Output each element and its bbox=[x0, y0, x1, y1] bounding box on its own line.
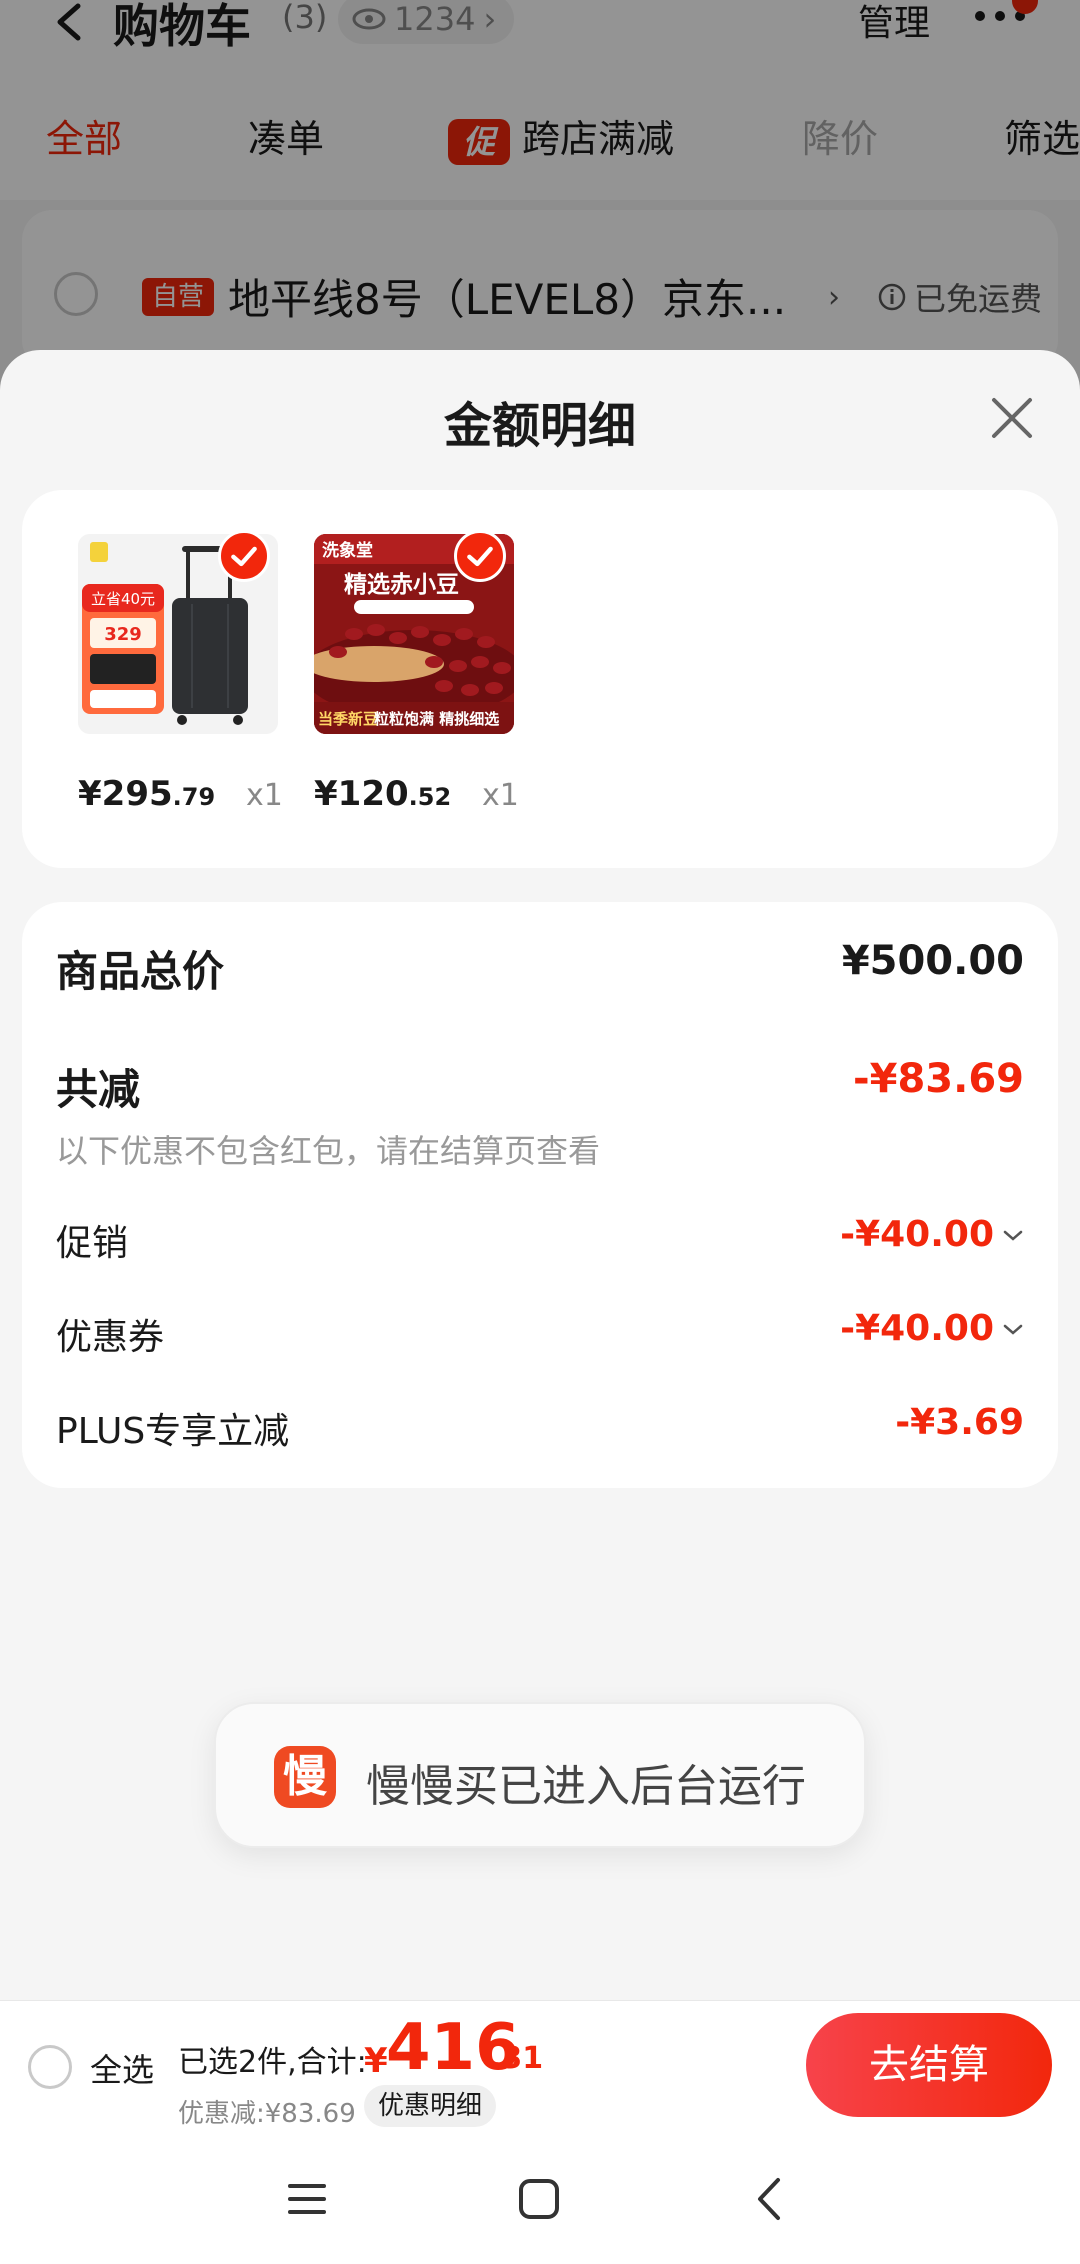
beans-brand-text: 洗象堂 bbox=[322, 540, 373, 561]
chevron-down-icon bbox=[1003, 1230, 1023, 1241]
checked-icon bbox=[218, 530, 270, 582]
beans-title-text: 精选赤小豆 bbox=[344, 572, 459, 598]
promo-value: -¥40.00 bbox=[840, 1214, 994, 1255]
price-cents: .79 bbox=[172, 783, 216, 811]
total-reduce-value: -¥83.69 bbox=[853, 1056, 1024, 1102]
system-navigation-bar bbox=[0, 2134, 1080, 2264]
products-card: 立省40元 329 ¥295.79 x1 洗象堂 精选赤小豆 当季新豆 粒粒饱满… bbox=[22, 490, 1058, 868]
product-quantity: x1 bbox=[482, 778, 519, 813]
luggage-promo-text: 立省40元 bbox=[91, 590, 155, 608]
beans-slogan-text: 粒粒饱满 精挑细选 bbox=[374, 710, 499, 728]
total-price-label: 商品总价 bbox=[56, 947, 225, 996]
discount-detail-button[interactable]: 优惠明细 bbox=[364, 2085, 497, 2127]
checked-icon bbox=[454, 530, 506, 582]
total-amount-cents: .31 bbox=[490, 2041, 544, 2076]
total-price-value: ¥500.00 bbox=[841, 938, 1024, 984]
price-integer: ¥295 bbox=[78, 774, 173, 814]
selected-summary: 已选2件,合计: bbox=[178, 2045, 367, 2080]
product-quantity: x1 bbox=[246, 778, 283, 813]
product-price: ¥120.52 bbox=[314, 774, 451, 814]
toast-text: 慢慢买已进入后台运行 bbox=[366, 1761, 806, 1812]
sheet-title: 金额明细 bbox=[443, 398, 636, 454]
plus-discount-value: -¥3.69 bbox=[895, 1402, 1024, 1443]
plus-discount-label: PLUS专享立减 bbox=[56, 1411, 290, 1452]
coupon-value-row[interactable]: -¥40.00 bbox=[840, 1308, 1024, 1349]
background-running-toast: 慢 慢慢买已进入后台运行 bbox=[214, 1702, 866, 1848]
select-all-label[interactable]: 全选 bbox=[90, 2045, 154, 2091]
chevron-down-icon bbox=[1003, 1324, 1023, 1335]
price-breakdown-card: 商品总价 ¥500.00 共减 -¥83.69 以下优惠不包含红包，请在结算页查… bbox=[22, 902, 1058, 1488]
beans-tag-text: 当季新豆 bbox=[318, 710, 378, 728]
checkout-bar: 全选 已选2件,合计: ¥ 416 .31 优惠减:¥83.69 优惠明细 去结… bbox=[0, 2000, 1080, 2134]
back-icon[interactable] bbox=[736, 2164, 806, 2234]
home-icon[interactable] bbox=[504, 2164, 574, 2234]
coupon-value: -¥40.00 bbox=[840, 1308, 994, 1349]
product-price: ¥295.79 bbox=[78, 774, 215, 814]
manmanmai-app-icon: 慢 bbox=[274, 1746, 336, 1808]
total-currency: ¥ bbox=[364, 2041, 388, 2081]
checkout-button[interactable]: 去结算 bbox=[806, 2013, 1052, 2117]
luggage-price-text: 329 bbox=[104, 624, 142, 645]
price-integer: ¥120 bbox=[314, 774, 409, 814]
recent-apps-icon[interactable] bbox=[272, 2164, 342, 2234]
total-reduce-label: 共减 bbox=[56, 1065, 141, 1114]
coupon-label: 优惠券 bbox=[56, 1317, 165, 1358]
discount-note: 以下优惠不包含红包，请在结算页查看 bbox=[56, 1132, 601, 1170]
price-cents: .52 bbox=[408, 783, 452, 811]
promo-value-row[interactable]: -¥40.00 bbox=[840, 1214, 1024, 1255]
promo-label: 促销 bbox=[56, 1223, 129, 1264]
close-icon[interactable] bbox=[988, 394, 1036, 442]
discount-summary: 优惠减:¥83.69 bbox=[178, 2099, 356, 2129]
select-all-radio[interactable] bbox=[28, 2045, 72, 2089]
